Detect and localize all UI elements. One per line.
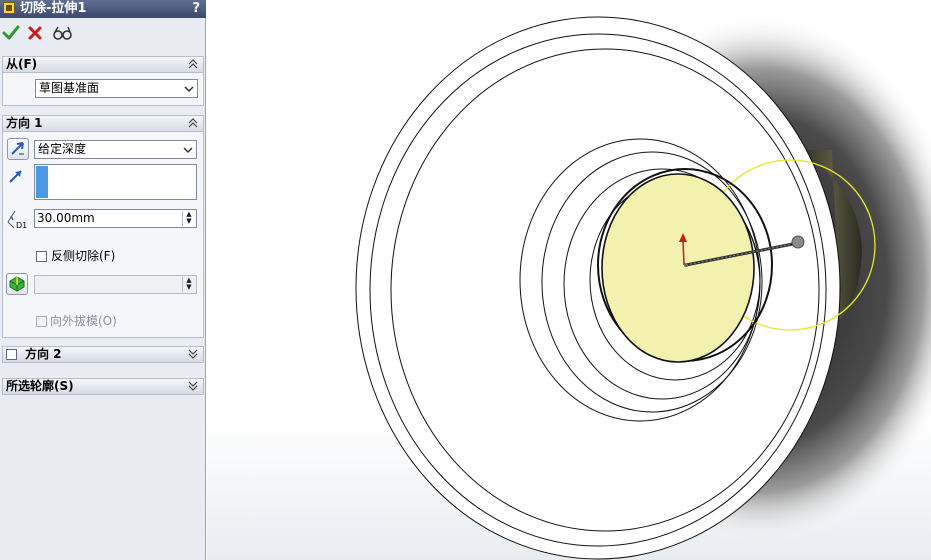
chevron-down-icon <box>188 349 198 359</box>
draft-outward-checkbox[interactable] <box>36 316 47 327</box>
help-button[interactable]: ? <box>192 0 200 18</box>
depth-dimension-label: D1 <box>16 221 28 230</box>
action-bar <box>0 22 206 44</box>
selected-contours-section-header[interactable]: 所选轮廓(S) <box>2 378 204 395</box>
ok-button[interactable] <box>2 24 20 42</box>
direction1-label: 方向 1 <box>6 116 43 130</box>
check-icon <box>2 25 20 40</box>
close-icon <box>28 26 42 40</box>
spin-down-icon: ▼ <box>186 217 192 225</box>
direction1-section-body <box>2 132 204 338</box>
from-section-body: 草图基准面 <box>2 73 204 106</box>
end-condition-select[interactable]: 给定深度 <box>34 140 197 159</box>
reverse-direction-button[interactable] <box>7 138 29 160</box>
from-section-header[interactable]: 从(F) <box>2 56 204 73</box>
graphics-viewport[interactable] <box>207 0 931 560</box>
depth-value: 30.00mm <box>37 211 95 225</box>
flip-side-checkbox[interactable] <box>36 251 47 262</box>
property-manager-titlebar: 切除-拉伸1 ? <box>0 0 206 18</box>
sketch-profile-region[interactable] <box>601 173 755 363</box>
feature-title: 切除-拉伸1 <box>20 1 87 16</box>
chevron-up-icon <box>188 118 198 128</box>
start-condition-value: 草图基准面 <box>39 81 100 95</box>
draft-angle-input[interactable]: ▲ ▼ <box>34 275 197 294</box>
flip-side-label[interactable]: 反侧切除(F) <box>51 250 115 263</box>
draft-outward-label[interactable]: 向外拔模(O) <box>50 315 117 328</box>
start-condition-select[interactable]: 草图基准面 <box>35 79 198 98</box>
depth-input[interactable]: 30.00mm ▲ ▼ <box>34 209 197 228</box>
end-condition-value: 给定深度 <box>38 142 87 156</box>
direction2-label: 方向 2 <box>25 347 62 361</box>
detailed-preview-icon <box>53 26 72 40</box>
direction2-checkbox[interactable] <box>6 349 17 360</box>
spin-down-icon: ▼ <box>186 283 192 291</box>
chevron-down-icon <box>184 86 194 93</box>
cancel-button[interactable] <box>26 24 44 42</box>
depth-spinner[interactable]: ▲ ▼ <box>182 211 195 226</box>
part-model[interactable] <box>355 16 841 560</box>
draft-icon <box>9 276 25 292</box>
active-selection-indicator <box>36 166 48 198</box>
chevron-down-icon <box>188 381 198 391</box>
draft-angle-spinner[interactable]: ▲ ▼ <box>182 277 195 292</box>
direction2-section-header[interactable]: 方向 2 <box>2 346 204 363</box>
direction-vector-icon <box>9 170 22 183</box>
direction-selection-box[interactable] <box>34 164 197 200</box>
detailed-preview-button[interactable] <box>52 24 74 42</box>
direction1-section-header[interactable]: 方向 1 <box>2 115 204 132</box>
property-manager-panel: 切除-拉伸1 ? 从(F) 草图基准面 方向 1 给定深度 D1 30.00mm… <box>0 0 206 560</box>
chevron-down-icon <box>183 147 193 154</box>
draft-toggle-button[interactable] <box>6 273 28 295</box>
chevron-up-icon <box>188 59 198 69</box>
from-section-label: 从(F) <box>6 57 38 71</box>
reverse-direction-icon <box>11 142 24 155</box>
extrude-cut-icon <box>3 2 15 14</box>
part-outer-face <box>355 16 841 560</box>
selected-contours-label: 所选轮廓(S) <box>6 379 74 393</box>
